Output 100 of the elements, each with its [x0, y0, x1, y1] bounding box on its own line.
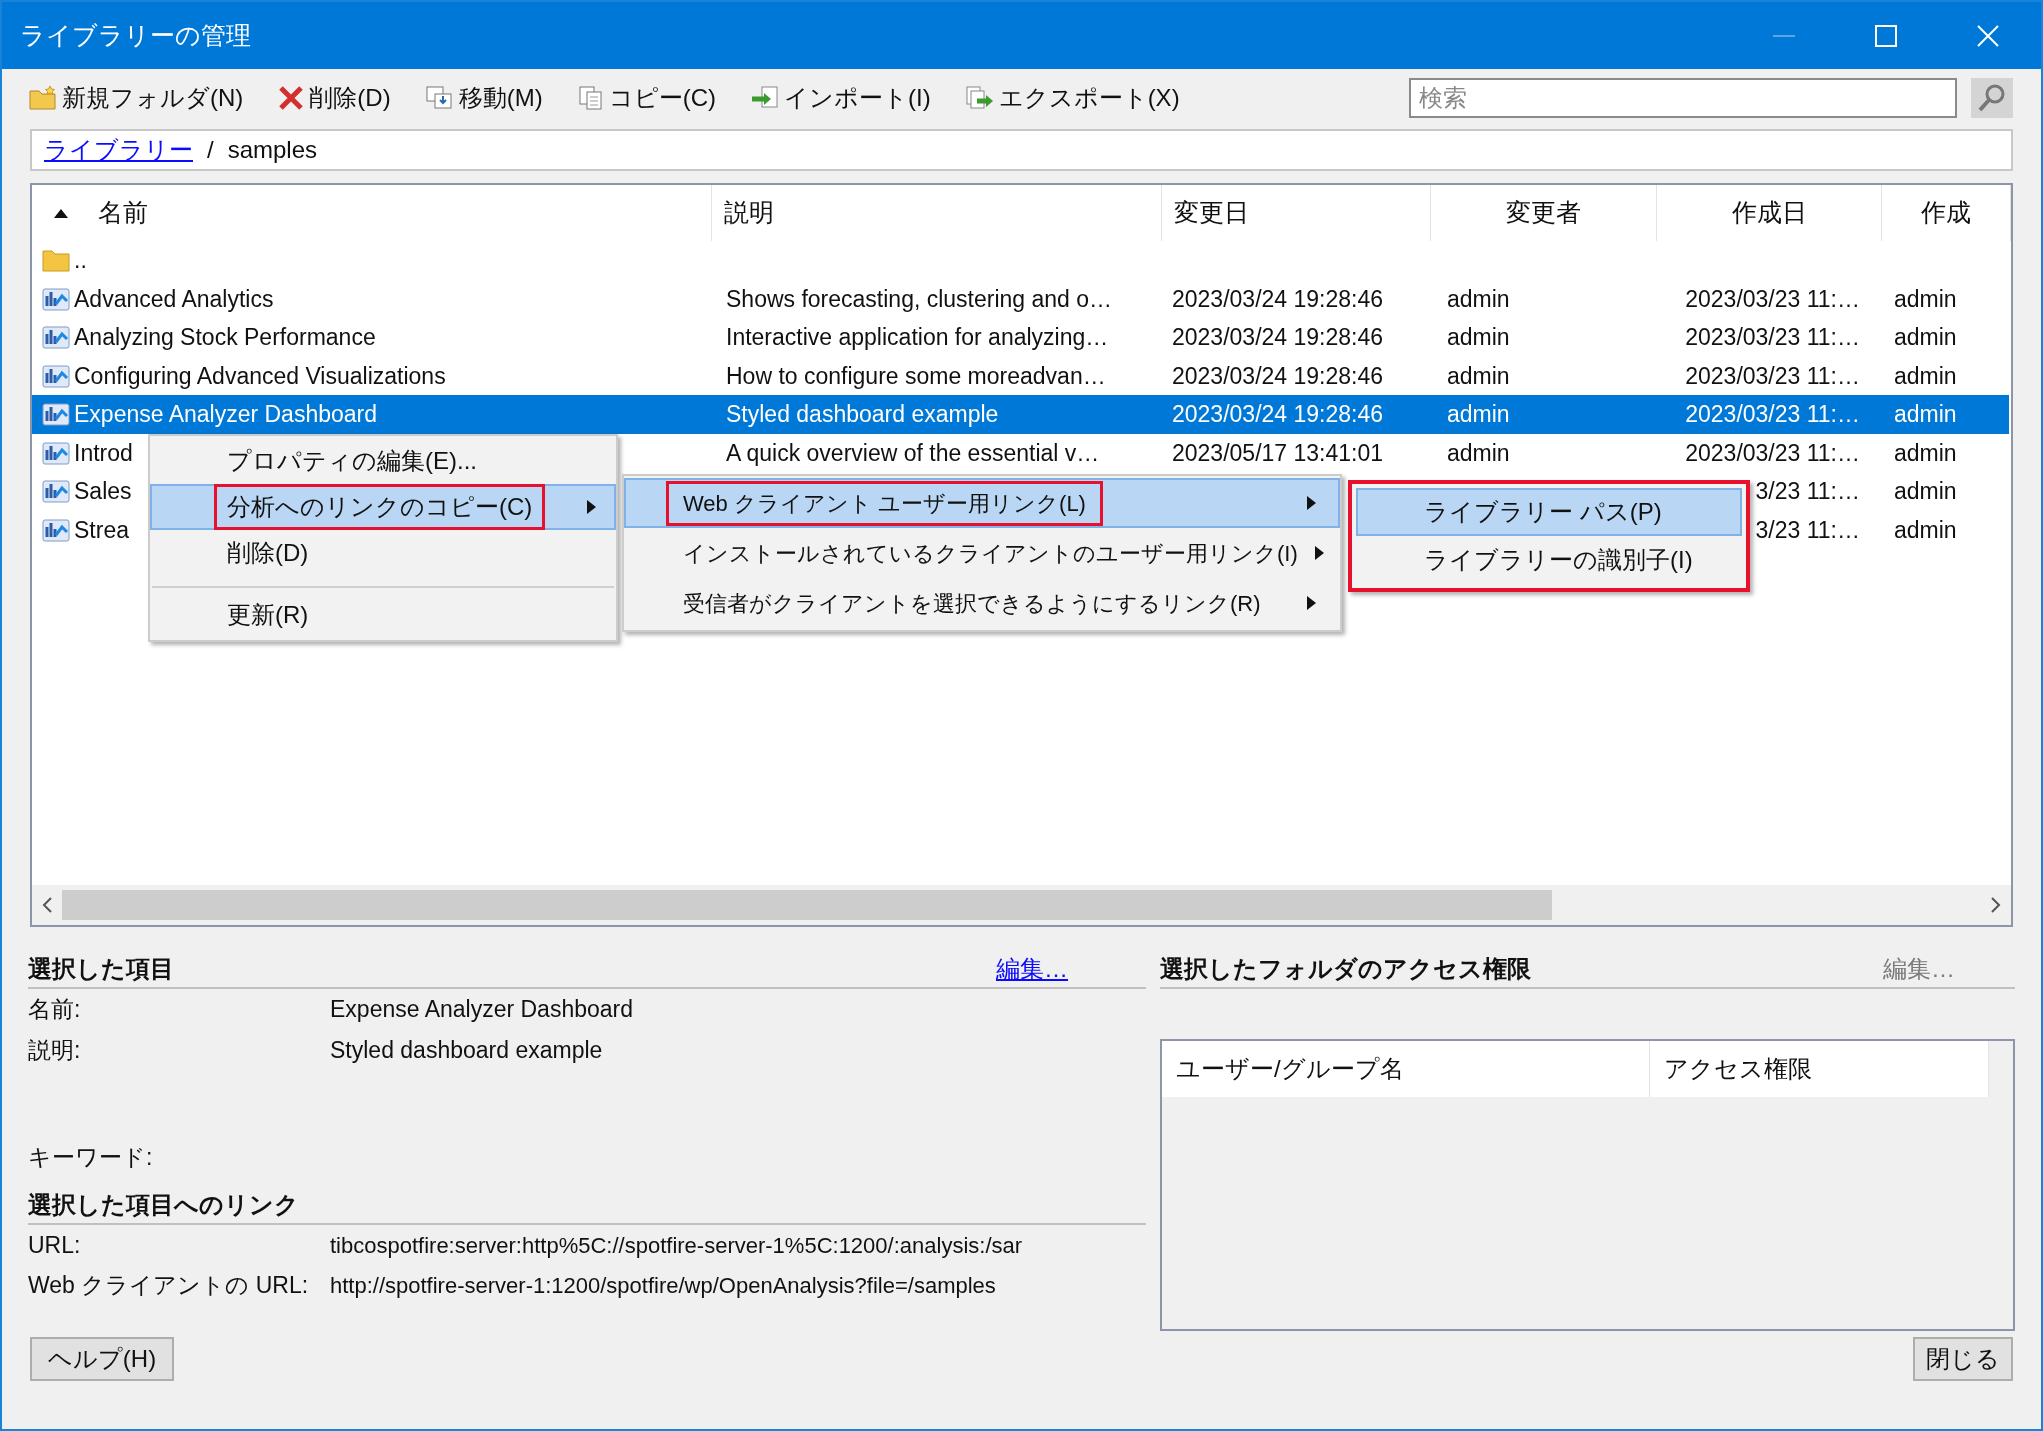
menu-item[interactable]: 更新(R) — [150, 584, 616, 638]
modified-date-cell-text: 2023/05/17 13:41:01 — [1172, 438, 1384, 468]
field-value: Expense Analyzer Dashboard — [330, 994, 634, 1024]
toolbar-button[interactable]: 移動(M) — [424, 80, 543, 116]
modified-by-cell-text: admin — [1447, 361, 1510, 391]
item-name: Configuring Advanced Visualizations — [74, 361, 446, 391]
field-label: 説明: — [28, 1036, 82, 1065]
toolbar-button[interactable]: インポート(I) — [749, 80, 931, 116]
created-by-cell-text: admin — [1894, 400, 1957, 429]
created-by-cell-text: admin — [1894, 361, 1957, 391]
menu-item[interactable]: ライブラリーの識別子(I) — [1356, 536, 1742, 584]
toolbar-button[interactable]: 削除(D) — [277, 80, 391, 116]
field-label: 名前: — [28, 994, 82, 1024]
column-header[interactable]: 作成日 — [1657, 185, 1882, 241]
field-label: キーワード: — [28, 1142, 154, 1172]
field-label: Web クライアントの URL: — [28, 1270, 310, 1300]
section-title: 選択した項目へのリンク — [28, 1190, 299, 1220]
scroll-left-icon[interactable] — [42, 897, 52, 913]
description-cell-text: How to configure some moreadvan… — [726, 361, 1106, 391]
menu-item[interactable]: 分析へのリンクのコピー(C) — [150, 484, 616, 530]
maximize-icon[interactable] — [1875, 24, 1897, 47]
column-header[interactable]: 説明 — [712, 185, 1162, 241]
horizontal-scrollbar[interactable] — [32, 885, 2011, 925]
field-value: Styled dashboard example — [330, 1036, 603, 1065]
field-label: URL: — [28, 1230, 82, 1260]
scroll-right-icon[interactable] — [1991, 897, 2001, 913]
column-header[interactable]: アクセス権限 — [1650, 1041, 1989, 1097]
column-header[interactable]: 変更日 — [1162, 185, 1431, 241]
created-by-cell-text: admin — [1894, 323, 1957, 352]
edit-link[interactable]: 編集… — [996, 951, 1068, 987]
analysis-icon — [42, 401, 70, 428]
folder-icon — [42, 248, 70, 273]
section-title: 選択した項目 — [28, 954, 175, 984]
submenu-arrow-icon — [1307, 596, 1316, 610]
menu-item[interactable]: 受信者がクライアントを選択できるようにするリンク(R) — [624, 578, 1340, 628]
search-button[interactable] — [1971, 78, 2013, 118]
menu-item[interactable]: Web クライアント ユーザー用リンク(L) — [624, 478, 1340, 528]
item-name: Sales — [74, 477, 132, 506]
move-icon — [424, 84, 455, 112]
column-header[interactable]: 作成 — [1882, 185, 2011, 241]
item-name: Expense Analyzer Dashboard — [74, 400, 378, 429]
analysis-icon — [42, 439, 70, 466]
menu-item[interactable]: プロパティの編集(E)... — [150, 438, 616, 484]
modified-by-cell-text: admin — [1447, 323, 1510, 352]
created-date-cell-text: 2023/03/23 11:… — [1685, 361, 1860, 391]
link-url: tibcospotfire:server:http%5C://spotfire-server-1%5C:1200/:analysis:/sar — [330, 1231, 1023, 1260]
selected-row-highlight[interactable]: Expense Analyzer Dashboard Styled dashboard example 2023/03/24 19:28:46 admin 2023/03/23 11:… admin — [32, 395, 2009, 434]
toolbar-button[interactable]: コピー(C) — [576, 80, 716, 116]
delete-icon — [277, 84, 306, 112]
modified-date-cell-text: 2023/03/24 19:28:46 — [1172, 284, 1384, 314]
created-date-cell-text: 3/23 11:… — [1755, 515, 1860, 545]
menu-item[interactable]: 削除(D) — [150, 530, 616, 576]
dialog-button[interactable]: ヘルプ(H) — [30, 1337, 174, 1381]
breadcrumb-link[interactable]: ライブラリー — [44, 132, 193, 168]
created-by-cell-text: admin — [1894, 438, 1957, 468]
breadcrumb-separator: / — [207, 135, 214, 165]
column-header[interactable]: 変更者 — [1431, 185, 1657, 241]
window-title: ライブラリーの管理 — [20, 19, 252, 51]
analysis-icon — [42, 324, 70, 351]
item-name: Advanced Analytics — [74, 284, 274, 314]
modified-date-cell-text: 2023/03/24 19:28:46 — [1172, 361, 1384, 391]
created-by-cell-text: admin — [1894, 515, 1957, 545]
search-icon — [1977, 83, 2007, 113]
search-field[interactable]: 検索 — [1409, 78, 1957, 118]
column-header[interactable]: 名前 — [32, 185, 712, 241]
new-folder-icon — [28, 85, 58, 111]
modified-by-cell-text: admin — [1447, 400, 1510, 429]
submenu-arrow-icon — [587, 500, 596, 514]
item-name: Strea — [74, 515, 129, 545]
toolbar-button[interactable]: エクスポート(X) — [964, 80, 1180, 116]
dialog-button[interactable]: 閉じる — [1913, 1337, 2013, 1381]
created-date-cell-text: 2023/03/23 11:… — [1685, 400, 1860, 429]
analysis-icon — [42, 478, 70, 505]
column-header[interactable]: ユーザー/グループ名 — [1162, 1041, 1650, 1097]
submenu-arrow-icon — [1314, 546, 1324, 560]
modified-date-cell-text: 2023/03/24 19:28:46 — [1172, 400, 1384, 429]
created-by-cell-text: admin — [1894, 477, 1957, 506]
copy-icon — [576, 84, 605, 112]
modified-by-cell-text: admin — [1447, 438, 1510, 468]
description-cell-text: Interactive application for analyzing… — [726, 323, 1109, 352]
item-name: .. — [74, 246, 87, 275]
toolbar-button[interactable]: 新規フォルダ(N) — [28, 80, 244, 116]
analysis-icon — [42, 285, 70, 312]
scrollbar-thumb[interactable] — [62, 890, 1552, 920]
link-url: http://spotfire-server-1:1200/spotfire/wp/OpenAnalysis?file=/samples — [330, 1271, 996, 1300]
menu-item[interactable]: ライブラリー パス(P) — [1356, 488, 1742, 536]
created-date-cell-text: 3/23 11:… — [1755, 477, 1860, 506]
analysis-icon — [42, 516, 70, 543]
created-date-cell-text: 2023/03/23 11:… — [1685, 438, 1860, 468]
close-icon[interactable] — [1977, 24, 1999, 47]
submenu-arrow-icon — [1307, 496, 1316, 510]
menu-item[interactable]: インストールされているクライアントのユーザー用リンク(I) — [624, 528, 1340, 578]
created-date-cell-text: 2023/03/23 11:… — [1685, 323, 1860, 352]
item-name: Introd — [74, 438, 133, 468]
created-by-cell-text: admin — [1894, 284, 1957, 314]
analysis-icon — [42, 362, 70, 389]
description-cell-text: Styled dashboard example — [726, 400, 999, 429]
created-date-cell-text: 2023/03/23 11:… — [1685, 284, 1860, 314]
description-cell-text: A quick overview of the essential v… — [726, 438, 1100, 468]
modified-by-cell-text: admin — [1447, 284, 1510, 314]
